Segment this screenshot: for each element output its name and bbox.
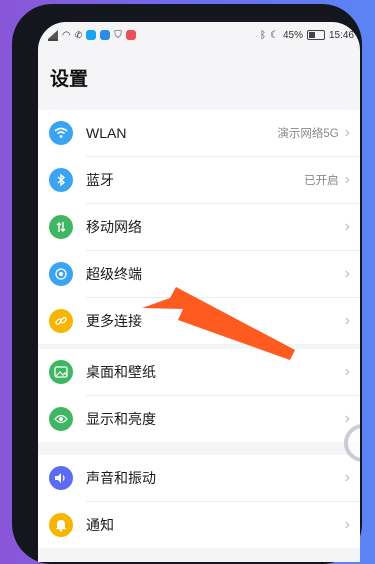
annotation-arrow-icon	[142, 287, 295, 360]
